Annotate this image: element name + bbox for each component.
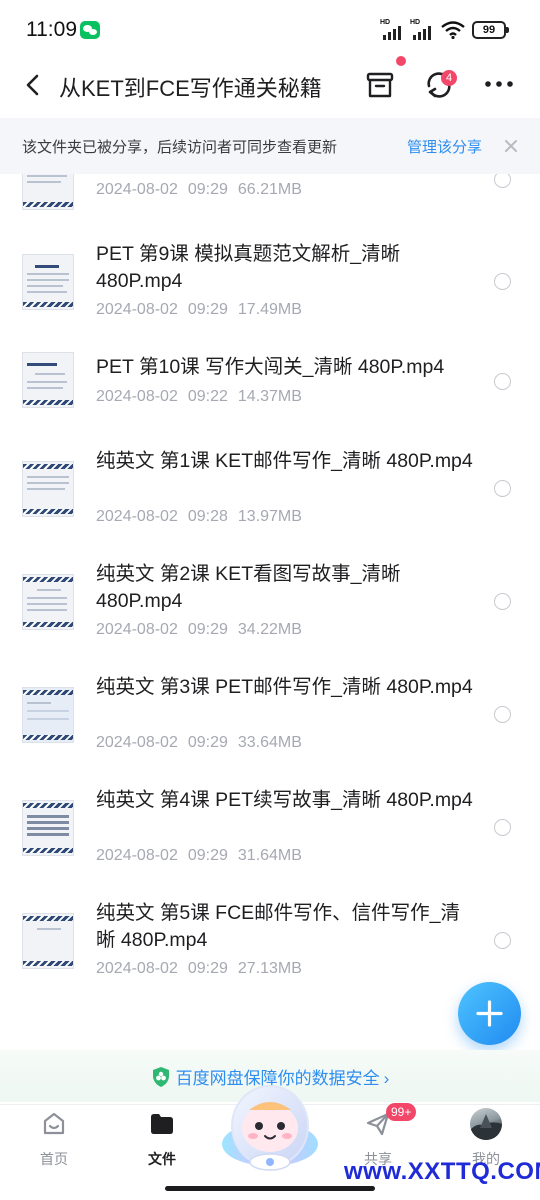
file-date: 2024-08-02 bbox=[96, 301, 178, 318]
home-indicator bbox=[165, 1186, 375, 1191]
list-item[interactable]: 纯英文 第2课 KET看图写故事_清晰 480P.mp4 2024-08-02 0… bbox=[0, 559, 540, 672]
select-radio[interactable] bbox=[494, 819, 511, 836]
chevron-right-icon: › bbox=[383, 1069, 390, 1088]
file-list: 2024-08-02 09:29 66.21MB PET 第9课 模拟真题范文解析_… bbox=[0, 174, 540, 1054]
share-count-badge: 99+ bbox=[386, 1103, 417, 1121]
select-radio[interactable] bbox=[494, 174, 511, 188]
header: 从KET到FCE写作通关秘籍 4 bbox=[0, 56, 540, 110]
file-date: 2024-08-02 bbox=[96, 621, 178, 638]
file-meta: 2024-08-02 09:29 31.64MB bbox=[96, 847, 302, 865]
select-radio[interactable] bbox=[494, 480, 511, 497]
file-meta: 2024-08-02 09:29 34.22MB bbox=[96, 621, 302, 639]
select-radio[interactable] bbox=[494, 273, 511, 290]
file-meta: 2024-08-02 09:28 13.97MB bbox=[96, 508, 302, 526]
file-date: 2024-08-02 bbox=[96, 388, 178, 405]
wifi-icon bbox=[441, 21, 465, 39]
select-radio[interactable] bbox=[494, 373, 511, 390]
add-button[interactable] bbox=[458, 982, 521, 1045]
video-thumbnail bbox=[22, 687, 74, 743]
file-size: 27.13MB bbox=[237, 960, 302, 977]
home-icon bbox=[43, 1112, 65, 1135]
file-name: 纯英文 第2课 KET看图写故事_清晰 480P.mp4 bbox=[96, 563, 401, 612]
file-size: 31.64MB bbox=[237, 847, 302, 864]
list-item[interactable]: 纯英文 第3课 PET邮件写作_清晰 480P.mp4 2024-08-02 09… bbox=[0, 672, 540, 785]
select-radio[interactable] bbox=[494, 706, 511, 723]
wechat-notification-icon bbox=[80, 21, 100, 39]
shield-icon bbox=[152, 1067, 169, 1087]
list-item[interactable]: 纯英文 第1课 KET邮件写作_清晰 480P.mp4 2024-08-02 09… bbox=[0, 446, 540, 559]
video-thumbnail bbox=[22, 254, 74, 310]
file-time: 09:28 bbox=[187, 508, 228, 525]
video-thumbnail bbox=[22, 800, 74, 856]
back-arrow-icon[interactable] bbox=[20, 71, 48, 99]
file-name: PET 第10课 写作大闯关_清晰 480P.mp4 bbox=[96, 356, 445, 378]
cellular-signal-icon: HD bbox=[380, 19, 406, 40]
file-size: 33.64MB bbox=[237, 734, 302, 751]
file-time: 09:29 bbox=[187, 847, 228, 864]
plus-icon bbox=[476, 1000, 503, 1027]
file-date: 2024-08-02 bbox=[96, 508, 178, 525]
file-date: 2024-08-02 bbox=[96, 960, 178, 977]
file-date: 2024-08-02 bbox=[96, 734, 178, 751]
file-name: 纯英文 第5课 FCE邮件写作、信件写作_清晰 480P.mp4 bbox=[96, 902, 461, 951]
watermark-text: www.XXTTQ.COM bbox=[344, 1158, 540, 1185]
share-notice-text: 该文件夹已被分享，后续访问者可同步查看更新 bbox=[22, 139, 338, 156]
video-thumbnail bbox=[22, 461, 74, 517]
list-item[interactable]: 纯英文 第4课 PET续写故事_清晰 480P.mp4 2024-08-02 09… bbox=[0, 785, 540, 898]
select-radio[interactable] bbox=[494, 593, 511, 610]
list-item[interactable]: PET 第9课 模拟真题范文解析_清晰 480P.mp4 2024-08-02 0… bbox=[0, 239, 540, 352]
file-meta: 2024-08-02 09:29 33.64MB bbox=[96, 734, 302, 752]
file-time: 09:29 bbox=[187, 621, 228, 638]
list-item[interactable]: 2024-08-02 09:29 66.21MB bbox=[0, 174, 540, 239]
video-thumbnail bbox=[22, 174, 74, 210]
manage-share-link[interactable]: 管理该分享 bbox=[407, 136, 482, 157]
file-time: 09:22 bbox=[187, 388, 228, 405]
file-meta: 2024-08-02 09:29 27.13MB bbox=[96, 960, 302, 978]
list-item[interactable]: 纯英文 第5课 FCE邮件写作、信件写作_清晰 480P.mp4 2024-08… bbox=[0, 898, 540, 1011]
file-time: 09:29 bbox=[187, 181, 228, 198]
video-thumbnail bbox=[22, 574, 74, 630]
file-name: PET 第9课 模拟真题范文解析_清晰 480P.mp4 bbox=[96, 243, 401, 292]
sync-count-badge: 4 bbox=[441, 70, 457, 86]
close-icon[interactable] bbox=[501, 136, 521, 156]
more-options-icon[interactable] bbox=[483, 72, 515, 96]
file-size: 66.21MB bbox=[237, 181, 302, 198]
tab-home[interactable]: 首页 bbox=[14, 1105, 94, 1185]
battery-icon: 99 bbox=[472, 21, 509, 39]
cellular-signal-2-icon: HD bbox=[410, 19, 436, 40]
notification-dot bbox=[396, 56, 406, 66]
share-notice-bar: 该文件夹已被分享，后续访问者可同步查看更新 管理该分享 bbox=[0, 118, 540, 174]
transfer-list-icon[interactable] bbox=[364, 68, 396, 102]
file-size: 14.37MB bbox=[237, 388, 302, 405]
file-time: 09:29 bbox=[187, 301, 228, 318]
file-name: 纯英文 第4课 PET续写故事_清晰 480P.mp4 bbox=[96, 789, 473, 811]
file-name: 纯英文 第1课 KET邮件写作_清晰 480P.mp4 bbox=[96, 450, 473, 472]
file-date: 2024-08-02 bbox=[96, 181, 178, 198]
file-meta: 2024-08-02 09:29 66.21MB bbox=[96, 181, 302, 199]
tab-files[interactable]: 文件 bbox=[122, 1105, 202, 1185]
tab-files-label: 文件 bbox=[148, 1151, 176, 1167]
avatar-image bbox=[470, 1114, 502, 1140]
status-time: 11:09 bbox=[26, 18, 77, 41]
battery-level: 99 bbox=[482, 24, 496, 36]
file-name: 纯英文 第3课 PET邮件写作_清晰 480P.mp4 bbox=[96, 676, 473, 698]
mascot-assistant-icon[interactable] bbox=[219, 1076, 321, 1176]
file-time: 09:29 bbox=[187, 960, 228, 977]
page-title: 从KET到FCE写作通关秘籍 bbox=[59, 76, 322, 101]
file-size: 34.22MB bbox=[237, 621, 302, 638]
file-time: 09:29 bbox=[187, 734, 228, 751]
file-meta: 2024-08-02 09:29 17.49MB bbox=[96, 301, 302, 319]
file-size: 17.49MB bbox=[237, 301, 302, 318]
video-thumbnail bbox=[22, 352, 74, 408]
file-size: 13.97MB bbox=[237, 508, 302, 525]
tab-home-label: 首页 bbox=[40, 1151, 68, 1167]
file-meta: 2024-08-02 09:22 14.37MB bbox=[96, 388, 302, 406]
folder-icon bbox=[151, 1114, 173, 1134]
avatar[interactable] bbox=[470, 1108, 502, 1140]
file-date: 2024-08-02 bbox=[96, 847, 178, 864]
status-bar: 11:09 HD HD 99 bbox=[0, 0, 540, 62]
video-thumbnail bbox=[22, 913, 74, 969]
select-radio[interactable] bbox=[494, 932, 511, 949]
